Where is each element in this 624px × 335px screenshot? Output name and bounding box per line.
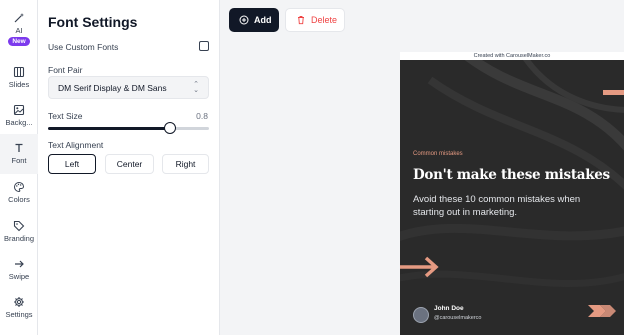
text-alignment-label: Text Alignment	[48, 140, 104, 150]
sidebar-rail: AI New Slides Backg... Font Colors Brand…	[0, 0, 38, 335]
plus-circle-icon	[239, 15, 249, 25]
rail-item-ai[interactable]: AI New	[0, 12, 38, 46]
arrow-right-icon	[13, 258, 25, 270]
rail-item-background[interactable]: Backg...	[0, 104, 38, 127]
accent-bar	[603, 90, 624, 95]
font-pair-value: DM Serif Display & DM Sans	[58, 82, 167, 93]
slides-icon	[13, 66, 25, 78]
font-pair-select[interactable]: DM Serif Display & DM Sans ⌃ ⌄	[48, 76, 209, 99]
new-badge: New	[8, 37, 30, 46]
image-icon	[13, 104, 25, 116]
add-button-label: Add	[254, 15, 272, 25]
text-size-slider-fill[interactable]	[48, 127, 172, 130]
delete-button-label: Delete	[311, 15, 338, 25]
tag-icon	[13, 220, 25, 232]
font-pair-label: Font Pair	[48, 65, 83, 75]
text-size-label: Text Size	[48, 111, 83, 121]
rail-item-slides[interactable]: Slides	[0, 66, 38, 89]
text-icon	[13, 142, 25, 154]
slide-tag: Common mistakes	[413, 151, 463, 157]
gear-icon	[13, 296, 25, 308]
author-name: John Doe	[434, 305, 464, 312]
rail-label-colors: Colors	[8, 195, 30, 204]
arrow-right-icon	[400, 256, 439, 278]
rail-item-font[interactable]: Font	[0, 134, 38, 174]
slide-canvas: Common mistakes Don't make these mistake…	[400, 60, 624, 335]
rail-label-slides: Slides	[8, 80, 30, 89]
slide-subtitle: Avoid these 10 common mistakes when star…	[413, 194, 581, 218]
rail-label-branding: Branding	[3, 234, 35, 243]
text-size-value: 0.8	[196, 111, 208, 121]
rail-label-settings: Settings	[5, 310, 33, 319]
delete-button[interactable]: Delete	[285, 8, 345, 32]
align-right-button[interactable]: Right	[162, 154, 209, 174]
rail-item-swipe[interactable]: Swipe	[0, 258, 38, 281]
rail-label-swipe: Swipe	[8, 272, 30, 281]
palette-icon	[13, 181, 25, 193]
slide-credit: Created with CarouselMaker.co	[473, 53, 551, 59]
align-left-button[interactable]: Left	[48, 154, 96, 174]
font-settings-panel: Font Settings Use Custom Fonts Font Pair…	[38, 0, 220, 335]
slide-title: Don't make these mistakes	[413, 167, 610, 183]
use-custom-fonts-checkbox[interactable]	[199, 41, 209, 51]
slide-preview[interactable]: Created with CarouselMaker.co Common mis…	[400, 52, 624, 335]
trash-icon	[296, 15, 306, 25]
use-custom-fonts-label: Use Custom Fonts	[48, 42, 119, 52]
panel-title: Font Settings	[48, 14, 138, 30]
rail-item-colors[interactable]: Colors	[0, 181, 38, 204]
text-size-slider-thumb[interactable]	[164, 122, 176, 134]
rail-item-branding[interactable]: Branding	[0, 220, 38, 243]
rail-item-settings[interactable]: Settings	[0, 296, 38, 319]
double-chevron-right-icon	[588, 305, 616, 317]
avatar	[413, 307, 429, 323]
magic-wand-icon	[13, 12, 25, 24]
text-size-slider-rest[interactable]	[172, 127, 209, 130]
author-handle: @carouselmakerco	[434, 315, 482, 321]
rail-label-ai: AI	[15, 26, 23, 35]
chevron-up-down-icon: ⌃ ⌄	[193, 81, 199, 94]
add-button[interactable]: Add	[229, 8, 279, 32]
rail-label-font: Font	[11, 156, 27, 165]
align-center-button[interactable]: Center	[105, 154, 154, 174]
rail-label-background: Backg...	[5, 118, 33, 127]
